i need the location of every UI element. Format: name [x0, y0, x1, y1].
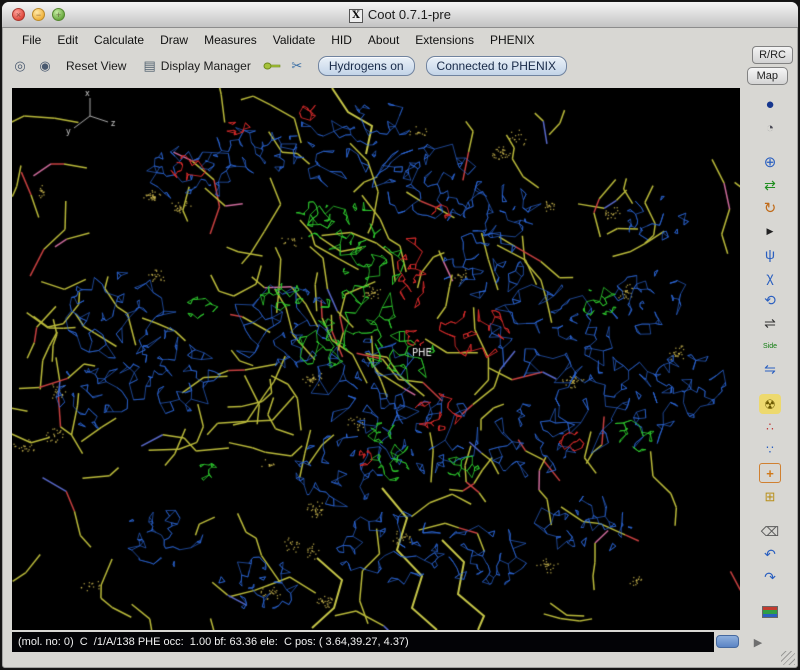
target-icon[interactable]: ◎ — [10, 56, 30, 76]
redo-icon[interactable]: ↷ — [759, 567, 781, 587]
modeling-icon-strip: ● ◔ ⊕ ⇄ ↻ ▶ ψχ ⟲ ⇌ Side ⇋ ☢ ∴ ∵ + ⊞ ⌫ ↶ ↷ — [740, 94, 799, 622]
molecular-canvas[interactable] — [12, 88, 740, 630]
menu-validate[interactable]: Validate — [265, 31, 323, 49]
titlebar[interactable]: × − + XCoot 0.7.1-pre — [2, 2, 798, 28]
menu-measures[interactable]: Measures — [196, 31, 265, 49]
record-icon[interactable]: ◉ — [35, 56, 55, 76]
undo-icon[interactable]: ↶ — [759, 544, 781, 564]
display-manager-label: Display Manager — [161, 59, 251, 73]
x11-icon: X — [349, 9, 363, 23]
sphere-icon[interactable]: ● — [759, 94, 781, 114]
menu-edit[interactable]: Edit — [49, 31, 86, 49]
sidechain-180-icon[interactable]: Side — [759, 336, 781, 356]
toolbar: ◎ ◉ Reset View ▤ Display Manager ✂ Hydro… — [2, 52, 740, 79]
rotamer-icon[interactable]: ψ — [759, 244, 781, 264]
mutate-autofit-icon[interactable]: ∴ — [759, 417, 781, 437]
display-images-icon[interactable] — [759, 602, 781, 622]
dial-icon[interactable]: ◔ — [759, 117, 781, 137]
add-terminal-residue-icon[interactable]: + — [759, 463, 781, 483]
window-title: X Coot 0.7.1-pre — [2, 7, 798, 23]
menu-about[interactable]: About — [360, 31, 407, 49]
translate-zone-icon[interactable]: ⊕ — [759, 152, 781, 172]
display-manager-button[interactable]: ▤ Display Manager — [137, 55, 256, 77]
rotate-translate-icon[interactable]: ↻ — [759, 198, 781, 218]
status-text: (mol. no: 0) C /1/A/138 PHE occ: 1.00 bf… — [18, 636, 409, 648]
menu-phenix[interactable]: PHENIX — [482, 31, 543, 49]
map-button[interactable]: Map — [747, 67, 788, 85]
menu-file[interactable]: File — [14, 31, 49, 49]
display-icon: ▤ — [143, 58, 155, 74]
hydrogens-toggle-button[interactable]: Hydrogens on — [318, 56, 415, 76]
scissors-icon[interactable]: ✂ — [287, 56, 307, 76]
pointer-icon[interactable]: ▶ — [759, 221, 781, 241]
resize-grip[interactable] — [781, 651, 795, 665]
coot-window: × − + XCoot 0.7.1-pre FileEditCalculateD… — [1, 1, 799, 669]
menu-extensions[interactable]: Extensions — [407, 31, 482, 49]
menu-calculate[interactable]: Calculate — [86, 31, 152, 49]
window-title-text: Coot 0.7.1-pre — [368, 7, 451, 22]
add-alt-conf-icon[interactable]: ⊞ — [759, 486, 781, 506]
reset-view-button[interactable]: Reset View — [60, 56, 132, 76]
add-atom-icon[interactable]: ∵ — [759, 440, 781, 460]
flag-stripes — [762, 606, 778, 618]
status-bar: (mol. no: 0) C /1/A/138 PHE occ: 1.00 bf… — [12, 632, 714, 652]
menu-hid[interactable]: HID — [323, 31, 360, 49]
chi-angles-icon[interactable]: χ — [759, 267, 781, 287]
rrc-button[interactable]: R/RC — [752, 46, 793, 64]
status-scrollbar[interactable] — [716, 635, 739, 648]
viewport-3d[interactable] — [12, 88, 740, 630]
flip-peptide-icon[interactable]: ⟲ — [759, 290, 781, 310]
regularize-icon[interactable]: ⇄ — [759, 175, 781, 195]
cis-trans-icon[interactable]: ⇌ — [759, 313, 781, 333]
phenix-connection-button[interactable]: Connected to PHENIX — [426, 56, 567, 76]
jed-flip-icon[interactable]: ⇋ — [759, 359, 781, 379]
mutate-radiation-icon[interactable]: ☢ — [759, 394, 781, 414]
menubar: FileEditCalculateDrawMeasuresValidateHID… — [2, 29, 740, 51]
expander-arrow-icon[interactable]: ▶ — [747, 633, 769, 651]
menu-draw[interactable]: Draw — [152, 31, 196, 49]
delete-item-icon[interactable]: ⌫ — [759, 521, 781, 541]
model-toolbar: R/RC Map ● ◔ ⊕ ⇄ ↻ ▶ ψχ ⟲ ⇌ Side ⇋ ☢ ∴ ∵ + ⊞ ⌫ ↶ ↷ — [740, 28, 799, 669]
key-icon[interactable] — [262, 56, 282, 76]
